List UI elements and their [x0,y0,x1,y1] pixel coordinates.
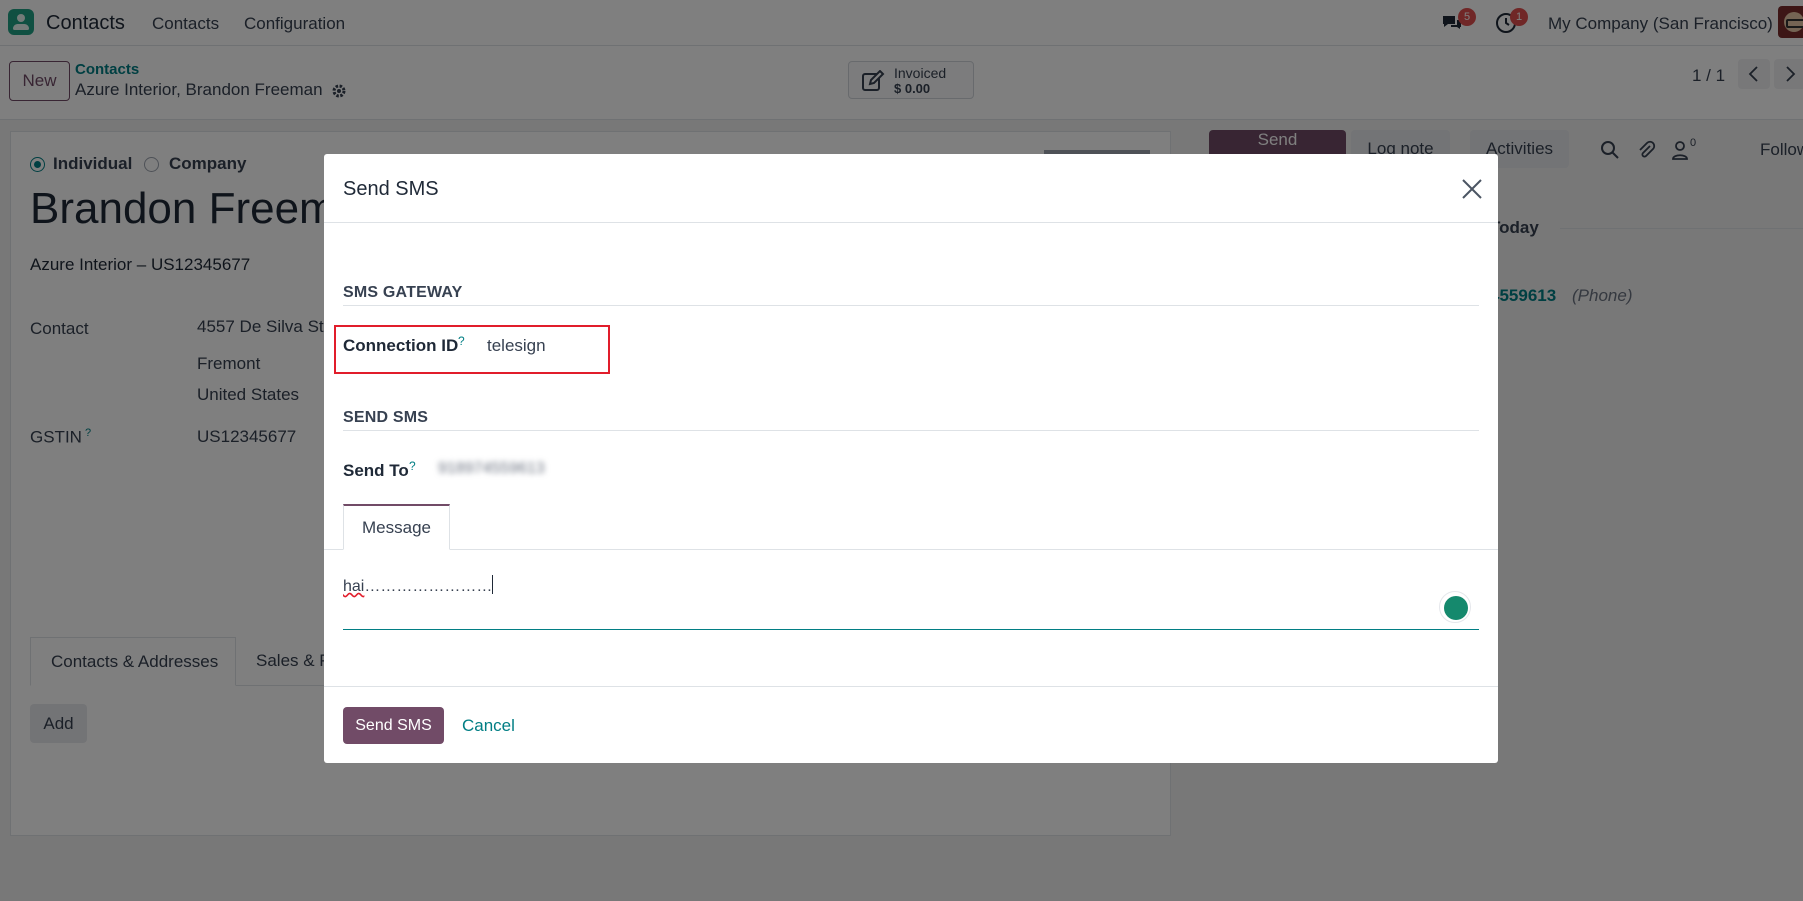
cancel-button[interactable]: Cancel [462,707,515,744]
message-tabs-divider [324,549,1498,550]
sms-gateway-divider [343,305,1479,306]
message-text[interactable]: hai…………………… [343,575,494,596]
grammarly-icon[interactable] [1439,591,1471,623]
close-icon[interactable] [1459,176,1485,202]
modal-header: Send SMS [324,154,1498,223]
send-to-help-tooltip[interactable]: ? [409,459,416,473]
sms-gateway-section-title: SMS GATEWAY [343,284,463,301]
modal-title: Send SMS [343,178,439,200]
misspelled-word: hai [343,578,365,595]
message-textarea[interactable] [343,564,1479,630]
modal-footer: Send SMS Cancel [324,686,1498,763]
text-caret [492,575,494,594]
message-text-rest: …………………… [364,578,493,595]
send-sms-section-title: SEND SMS [343,409,429,426]
send-to-number[interactable]: 918974559613 [438,460,545,478]
connection-id-label: Connection ID [343,336,459,355]
send-sms-dialog: Send SMS SMS GATEWAY Connection ID ? tel… [324,154,1498,763]
send-sms-button[interactable]: Send SMS [343,707,444,744]
tab-message[interactable]: Message [343,504,450,550]
connection-id-help-tooltip[interactable]: ? [458,334,465,348]
send-to-label: Send To [343,461,409,480]
send-sms-divider [343,430,1479,431]
connection-id-value[interactable]: telesign [487,336,546,356]
